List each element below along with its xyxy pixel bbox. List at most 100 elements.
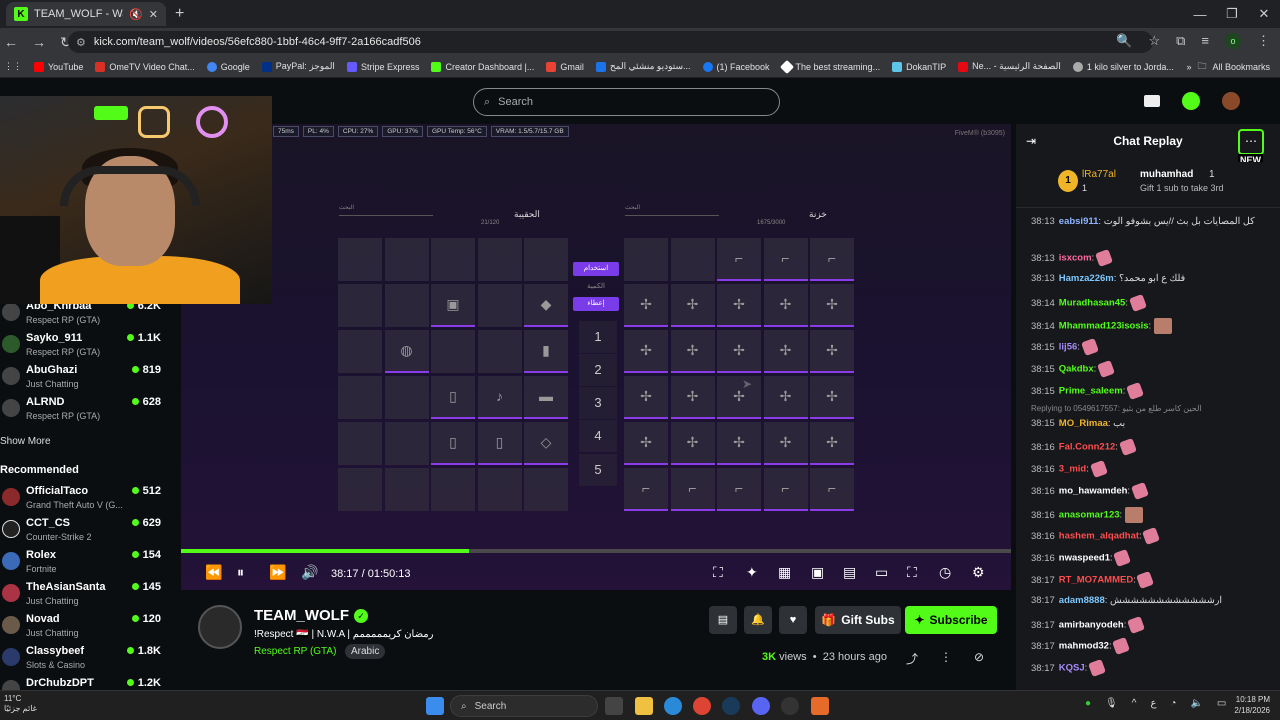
second-gifter-name[interactable]: muhamhad xyxy=(1140,169,1193,180)
inventory-slot[interactable]: ✢ xyxy=(810,330,854,373)
chat-username[interactable]: Muradhasan45 xyxy=(1059,298,1126,309)
inventory-slot[interactable]: ▮ xyxy=(524,330,568,373)
chat-username[interactable]: Prime_saleem xyxy=(1059,386,1123,397)
inventory-slot[interactable]: ✢ xyxy=(763,330,808,373)
inventory-slot[interactable] xyxy=(477,238,522,281)
inventory-slot[interactable]: ⌐ xyxy=(763,468,808,511)
inventory-slot[interactable] xyxy=(338,422,382,465)
back-icon[interactable]: ← xyxy=(4,34,18,51)
chat-username[interactable]: Qakdbx xyxy=(1059,364,1094,375)
bookmark-star-icon[interactable]: ☆ xyxy=(1148,33,1160,49)
inventory-slot[interactable] xyxy=(338,376,382,419)
bookmark-0[interactable]: YouTube xyxy=(34,61,83,72)
recommended-channel-1[interactable]: CCT_CS Counter-Strike 2 629 xyxy=(0,517,181,549)
inventory-slot[interactable] xyxy=(384,422,429,465)
inventory-slot[interactable] xyxy=(338,468,382,511)
inventory-slot[interactable]: ▣ xyxy=(431,284,475,327)
mic-icon[interactable]: 🎙 xyxy=(1105,698,1118,709)
hotbar-slot-2[interactable]: 2 xyxy=(579,354,617,386)
inventory-slot[interactable]: ✢ xyxy=(670,330,715,373)
inventory-slot[interactable] xyxy=(670,238,715,281)
inventory-slot[interactable]: ◇ xyxy=(524,422,568,465)
chat-username[interactable]: adam8888 xyxy=(1059,595,1105,606)
inventory-slot[interactable] xyxy=(431,238,475,281)
clip-icon[interactable]: ⛶ xyxy=(713,564,723,581)
inventory-slot[interactable] xyxy=(384,468,429,511)
bookmarks-overflow-icon[interactable]: » xyxy=(1186,62,1191,72)
task-view-icon[interactable] xyxy=(605,697,623,715)
inventory-slot[interactable]: ✢ xyxy=(810,376,854,419)
forward-icon[interactable]: → xyxy=(32,34,46,51)
chat-username[interactable]: anasomar123 xyxy=(1059,510,1120,521)
inventory-slot[interactable]: ▯ xyxy=(477,422,522,465)
chrome-icon[interactable] xyxy=(693,697,711,715)
edge-icon[interactable] xyxy=(664,697,682,715)
inventory-slot[interactable] xyxy=(338,284,382,327)
subscribe-button[interactable]: ✦ Subscribe xyxy=(905,606,997,634)
bookmark-10[interactable]: DokanTIP xyxy=(892,61,946,72)
chat-username[interactable]: eabsi911 xyxy=(1059,216,1099,227)
recommended-channel-5[interactable]: Classybeef Slots & Casino 1.8K xyxy=(0,645,181,677)
bookmark-5[interactable]: Creator Dashboard |... xyxy=(431,61,534,72)
pause-icon[interactable]: ⏸ xyxy=(237,564,244,581)
inventory-slot[interactable] xyxy=(477,468,522,511)
channel-avatar[interactable] xyxy=(198,605,242,649)
sidebar-channel-2[interactable]: AbuGhazi Just Chatting 819 xyxy=(0,364,181,396)
close-tab-icon[interactable]: ✕ xyxy=(149,8,158,21)
stream-category[interactable]: Respect RP (GTA) xyxy=(254,646,336,657)
new-tab-icon[interactable]: + xyxy=(175,5,184,23)
inventory-slot[interactable]: ✢ xyxy=(717,422,761,465)
chat-username[interactable]: mahmod32 xyxy=(1059,641,1109,652)
inventory-slot[interactable]: ✢ xyxy=(763,284,808,327)
weather-widget[interactable]: 11°C غائم جزئيًا xyxy=(4,694,37,714)
all-bookmarks[interactable]: All Bookmarks xyxy=(1212,62,1270,72)
chat-username[interactable]: Fal.Conn212 xyxy=(1059,442,1116,453)
media-icon[interactable]: ≡ xyxy=(1201,33,1209,49)
inventory-slot[interactable]: ♪ xyxy=(477,376,522,419)
sparkle-icon[interactable]: ✦ xyxy=(746,564,758,581)
inventory-slot[interactable]: ✢ xyxy=(763,376,808,419)
profile-avatar-icon[interactable]: o xyxy=(1225,33,1241,49)
recommended-channel-4[interactable]: Novad Just Chatting 120 xyxy=(0,613,181,645)
inventory-slot[interactable]: ✢ xyxy=(717,376,761,419)
bookmark-6[interactable]: Gmail xyxy=(546,61,584,72)
inventory-slot[interactable]: ⌐ xyxy=(624,468,668,511)
inventory-slot[interactable]: ▬ xyxy=(524,376,568,419)
share-icon[interactable]: ⤴ xyxy=(906,650,918,667)
inventory-slot[interactable]: ▯ xyxy=(431,376,475,419)
chat-username[interactable]: amirbanyodeh xyxy=(1059,620,1124,631)
inventory-slot[interactable] xyxy=(431,330,475,373)
volume-icon[interactable]: 🔊 xyxy=(301,564,318,581)
inventory-slot[interactable] xyxy=(431,468,475,511)
chat-username[interactable]: isxcom xyxy=(1059,253,1092,264)
language-tag[interactable]: Arabic xyxy=(345,644,386,659)
bookmark-11[interactable]: Ne... - الصفحة الرئيسية xyxy=(958,61,1061,72)
speed-icon[interactable]: ◷ xyxy=(939,564,951,581)
inventory-slot[interactable]: ✢ xyxy=(670,422,715,465)
sidebar-channel-3[interactable]: ALRND Respect RP (GTA) 628 xyxy=(0,396,181,428)
bookmark-8[interactable]: (1) Facebook xyxy=(702,61,770,72)
gift-prompt[interactable]: Gift 1 sub to take 3rd xyxy=(1140,183,1224,193)
recommended-channel-2[interactable]: Rolex Fortnite 154 xyxy=(0,549,181,581)
inventory-slot[interactable]: ⌐ xyxy=(810,238,854,281)
chat-username[interactable]: KQSJ xyxy=(1059,663,1085,674)
inventory-slot[interactable]: ✢ xyxy=(670,284,715,327)
inventory-slot[interactable]: ✢ xyxy=(717,284,761,327)
app-icon[interactable] xyxy=(811,697,829,715)
sidebar-channel-1[interactable]: Sayko_911 Respect RP (GTA) 1.1K xyxy=(0,332,181,364)
forward-icon[interactable]: ⏩ xyxy=(269,564,286,581)
chat-username[interactable]: 3_mid xyxy=(1059,464,1086,475)
hotbar-slot-3[interactable]: 3 xyxy=(579,387,617,419)
use-button[interactable]: استخدام xyxy=(573,262,619,276)
url-field[interactable]: ⚙ kick.com/team_wolf/videos/56efc880-1bb… xyxy=(68,31,1153,53)
recommended-channel-6[interactable]: DrChubzDPT 1.2K xyxy=(0,677,181,690)
inventory-slot[interactable]: ✢ xyxy=(670,376,715,419)
bookmark-7[interactable]: ستوديو منشئي المح... xyxy=(595,61,691,72)
hide-icon[interactable]: ⊘ xyxy=(974,650,984,667)
fullscreen-icon[interactable]: ⛶ xyxy=(907,564,917,581)
language-indicator[interactable]: ع xyxy=(1150,698,1156,709)
stats-icon[interactable]: ▦ xyxy=(778,564,791,581)
inventory-slot[interactable]: ✢ xyxy=(810,284,854,327)
speaker-icon[interactable]: 🔈 xyxy=(1190,698,1202,709)
chat-username[interactable]: hashem_alqadhat xyxy=(1059,531,1139,542)
